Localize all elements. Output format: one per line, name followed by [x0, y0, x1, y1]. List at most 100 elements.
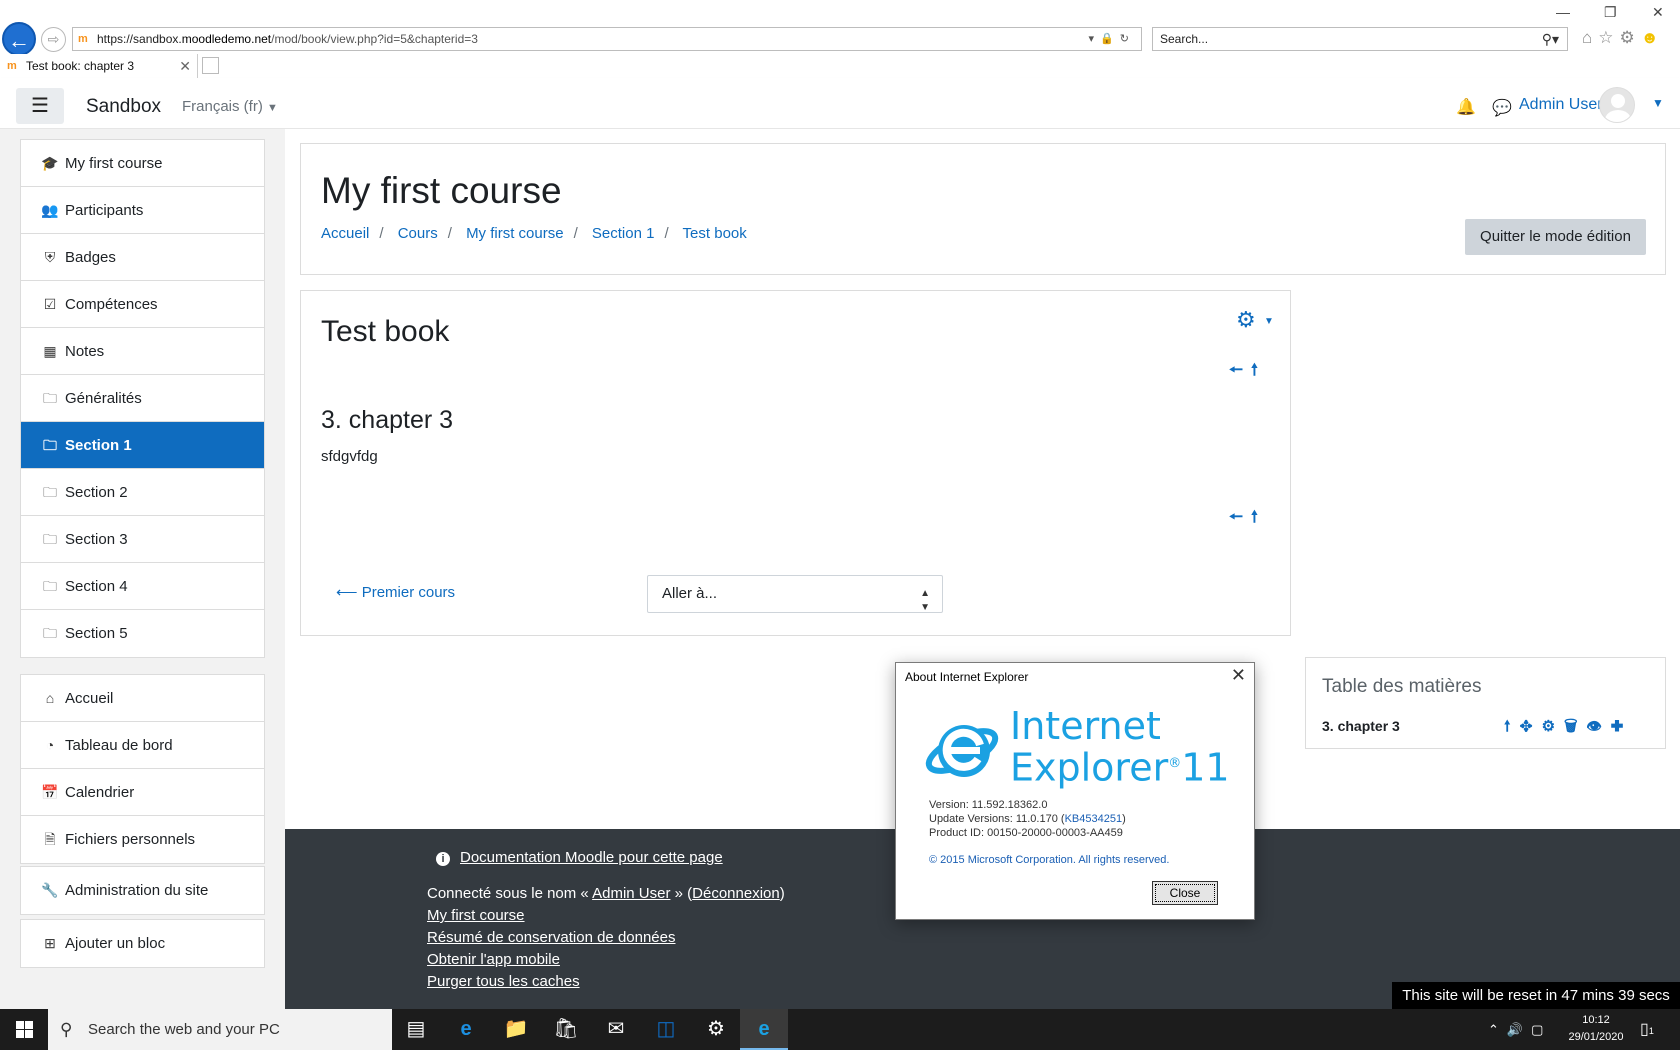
window-close-icon[interactable]: ✕	[1652, 4, 1664, 21]
sidebar-item-section-3[interactable]: 🗀 Section 3	[21, 516, 264, 563]
volume-icon[interactable]: 🔊	[1507, 1022, 1531, 1037]
hamburger-menu-icon[interactable]: ☰	[16, 88, 64, 124]
forward-arrow-icon[interactable]: ⇨	[41, 27, 66, 52]
about-dialog: About Internet Explorer ✕ Internet Explo…	[895, 662, 1255, 920]
sidebar-item-add-block[interactable]: ⊞ Ajouter un bloc	[21, 920, 264, 967]
mail-icon[interactable]: ✉	[592, 1009, 640, 1050]
sidebar-item-site-admin[interactable]: 🔧 Administration du site	[21, 867, 264, 914]
move-up-icon[interactable]: 🠕	[1504, 718, 1519, 735]
sidebar-item-participants[interactable]: 👥 Participants	[21, 187, 264, 234]
windows-start-icon[interactable]	[0, 1009, 48, 1050]
gear-icon[interactable]: ⚙	[1236, 307, 1256, 333]
refresh-icon[interactable]: ↻	[1120, 33, 1135, 45]
restore-icon[interactable]: ❐	[1604, 4, 1617, 21]
user-menu-caret-icon[interactable]: ▼	[1652, 96, 1664, 110]
breadcrumb-course[interactable]: My first course	[466, 225, 564, 242]
caret-down-icon[interactable]: ▼	[1264, 316, 1274, 327]
close-icon[interactable]: ✕	[1231, 665, 1246, 686]
site-brand[interactable]: Sandbox	[86, 96, 161, 118]
eye-icon[interactable]: 👁	[1587, 718, 1611, 735]
task-view-icon[interactable]: ▤	[392, 1009, 440, 1050]
book-title: Test book	[321, 315, 450, 348]
sidebar-item-section-2[interactable]: 🗀 Section 2	[21, 469, 264, 516]
smiley-feedback-icon[interactable]: ☻	[1641, 28, 1665, 47]
internet-explorer-icon[interactable]: e	[740, 1009, 788, 1050]
page-title: My first course	[321, 170, 562, 211]
course-nav-group: 🎓 My first course 👥 Participants ⛨ Badges ☑…	[20, 139, 265, 658]
previous-arrow-icon[interactable]: 🠔	[1229, 509, 1251, 526]
home-icon[interactable]: ⌂	[1582, 28, 1598, 47]
tab-close-icon[interactable]: ✕	[179, 54, 191, 78]
breadcrumb-book[interactable]: Test book	[683, 225, 747, 242]
folder-icon: 🗀	[43, 578, 57, 594]
breadcrumb-cours[interactable]: Cours	[398, 225, 438, 242]
avatar[interactable]	[1599, 87, 1635, 123]
breadcrumb-section[interactable]: Section 1	[592, 225, 655, 242]
sidebar-item-competences[interactable]: ☑ Compétences	[21, 281, 264, 328]
breadcrumb-accueil[interactable]: Accueil	[321, 225, 369, 242]
sidebar-item-label: Ajouter un bloc	[65, 935, 166, 952]
browser-tab-active[interactable]: m Test book: chapter 3 ✕	[0, 54, 198, 78]
edge-browser-icon[interactable]: e	[442, 1009, 490, 1050]
language-menu[interactable]: Français (fr) ▼	[182, 98, 278, 115]
sidebar-item-section-1[interactable]: 🗀 Section 1	[21, 422, 264, 469]
sidebar-item-notes[interactable]: ▦ Notes	[21, 328, 264, 375]
footer-course-link[interactable]: My first course	[427, 907, 525, 924]
file-explorer-icon[interactable]: 📁	[492, 1009, 540, 1050]
footer-data-retention-link[interactable]: Résumé de conservation de données	[427, 929, 676, 946]
sidebar-item-section-5[interactable]: 🗀 Section 5	[21, 610, 264, 657]
back-arrow-icon[interactable]: ←	[2, 22, 36, 56]
sidebar-item-label: Accueil	[65, 690, 114, 707]
sidebar-item-my-first-course[interactable]: 🎓 My first course	[21, 140, 264, 187]
sidebar-item-private-files[interactable]: 🗎 Fichiers personnels	[21, 816, 264, 863]
sidebar-item-section-4[interactable]: 🗀 Section 4	[21, 563, 264, 610]
outlook-icon[interactable]: ◫	[642, 1009, 690, 1050]
notifications-bell-icon[interactable]: 🔔	[1456, 97, 1476, 117]
address-bar[interactable]: m https://sandbox.moodledemo.net/mod/boo…	[72, 27, 1142, 51]
up-arrow-icon[interactable]: 🠕	[1251, 509, 1266, 526]
taskbar-clock[interactable]: 10:12 29/01/2020	[1556, 1012, 1636, 1046]
store-icon[interactable]: 🛍	[542, 1009, 590, 1050]
previous-activity-link[interactable]: ⟵ Premier cours	[336, 583, 455, 601]
trash-icon[interactable]: 🗑	[1564, 718, 1587, 735]
folder-icon: 🗀	[43, 484, 57, 500]
network-icon[interactable]: ▢	[1531, 1022, 1551, 1037]
taskbar-search-input[interactable]: ⚲ Search the web and your PC	[48, 1009, 392, 1050]
folder-icon: 🗀	[43, 625, 57, 641]
sidebar-item-dashboard[interactable]: ◔ Tableau de bord	[21, 722, 264, 769]
previous-arrow-icon[interactable]: 🠔	[1229, 362, 1251, 379]
sidebar-item-accueil[interactable]: ⌂ Accueil	[21, 675, 264, 722]
browser-search-input[interactable]: Search... ⚲▾	[1152, 27, 1568, 51]
tray-expand-icon[interactable]: ⌃	[1488, 1022, 1507, 1037]
minimize-icon[interactable]: —	[1556, 4, 1570, 20]
add-plus-icon[interactable]: ✚	[1611, 718, 1633, 735]
sidebar-item-calendar[interactable]: 📅 Calendrier	[21, 769, 264, 816]
edit-gear-icon[interactable]: ⚙	[1542, 718, 1564, 735]
user-menu-name[interactable]: Admin User	[1519, 96, 1603, 114]
action-center-icon[interactable]: ▯1	[1640, 1019, 1654, 1039]
favorites-star-icon[interactable]: ☆	[1598, 28, 1619, 47]
lock-icon[interactable]: 🔒	[1100, 33, 1120, 45]
new-tab-icon[interactable]	[202, 57, 219, 74]
settings-gear-icon[interactable]: ⚙	[1620, 28, 1641, 47]
footer-purge-caches-link[interactable]: Purger tous les caches	[427, 973, 580, 990]
messages-chat-icon[interactable]: 💬	[1492, 98, 1512, 118]
settings-gear-icon[interactable]: ⚙	[692, 1009, 740, 1050]
profile-link[interactable]: Admin User	[592, 885, 670, 902]
jump-to-select[interactable]: Aller à... ▲ ▼	[647, 575, 943, 613]
close-button[interactable]: Close	[1152, 881, 1218, 905]
folder-icon: 🗀	[43, 390, 57, 406]
up-arrow-icon[interactable]: 🠕	[1251, 362, 1266, 379]
dropdown-icon[interactable]: ▾	[1089, 33, 1101, 45]
kb-link[interactable]: KB4534251	[1065, 813, 1123, 825]
moodle-docs-link[interactable]: Documentation Moodle pour cette page	[460, 849, 723, 866]
logout-link[interactable]: Déconnexion	[692, 885, 780, 902]
toc-chapter-item[interactable]: 3. chapter 3	[1322, 718, 1400, 734]
search-icon[interactable]: ⚲▾	[1542, 28, 1559, 50]
move-icon[interactable]: ✥	[1519, 718, 1541, 735]
footer-mobile-app-link[interactable]: Obtenir l'app mobile	[427, 951, 560, 968]
turn-editing-off-button[interactable]: Quitter le mode édition	[1465, 219, 1646, 255]
sidebar-item-badges[interactable]: ⛨ Badges	[21, 234, 264, 281]
wrench-icon: 🔧	[41, 882, 59, 898]
sidebar-item-generalites[interactable]: 🗀 Généralités	[21, 375, 264, 422]
